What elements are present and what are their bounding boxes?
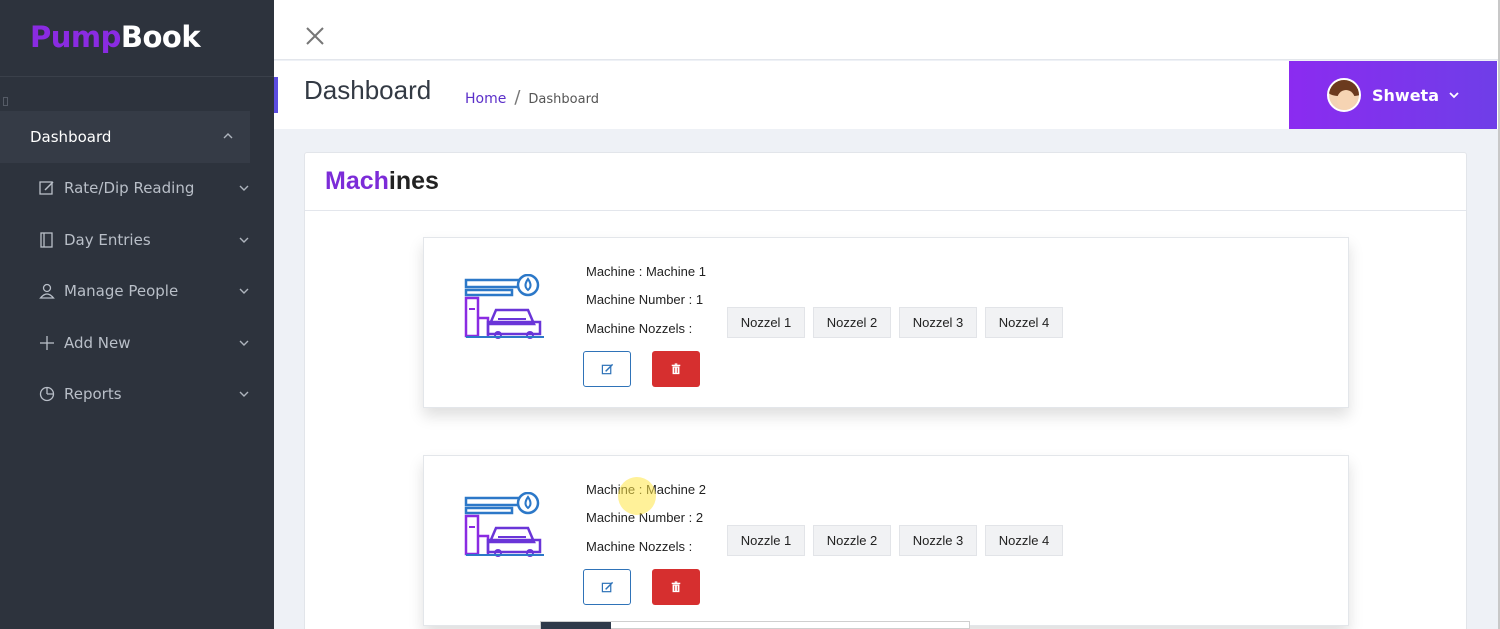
edit-button[interactable] xyxy=(583,569,631,605)
chevron-down-icon xyxy=(239,288,249,294)
sidebar-item-label: Day Entries xyxy=(64,231,151,249)
bottom-popup xyxy=(540,621,970,629)
machine-card: Machine : Machine 2 Machine Number : 2 M… xyxy=(423,455,1349,626)
chevron-down-icon xyxy=(1449,92,1459,99)
edit-button[interactable] xyxy=(583,351,631,387)
page-title: Dashboard xyxy=(304,75,432,105)
panel-title-part-2: ines xyxy=(388,167,439,195)
sidebar: PumpBook Dashboard Rate/Dip Reading Day … xyxy=(0,0,274,629)
machine-card: Machine : Machine 1 Machine Number : 1 M… xyxy=(423,237,1349,408)
fuel-pump-icon xyxy=(464,492,544,557)
nozzle-badge: Nozzel 3 xyxy=(899,307,977,338)
sidebar-item-day-entries[interactable]: Day Entries xyxy=(0,220,274,260)
machine-nozzels-label: Machine Nozzels : xyxy=(586,321,693,336)
breadcrumb: Home / Dashboard xyxy=(465,87,599,108)
sidebar-item-reports[interactable]: Reports xyxy=(0,374,274,414)
edit-icon xyxy=(601,581,613,592)
cursor-highlight xyxy=(618,477,656,515)
edit-icon xyxy=(601,363,613,374)
panel-title: Mach ines xyxy=(305,153,1466,211)
sidebar-item-label: Manage People xyxy=(64,282,179,300)
nozzle-badge: Nozzel 2 xyxy=(813,307,891,338)
sidebar-item-label: Rate/Dip Reading xyxy=(64,179,195,197)
sidebar-item-label: Add New xyxy=(64,334,131,352)
chevron-down-icon xyxy=(239,237,249,243)
breadcrumb-separator: / xyxy=(514,87,521,108)
nozzle-badge: Nozzel 4 xyxy=(985,307,1063,338)
user-icon xyxy=(38,282,56,300)
machine-number: Machine Number : 1 xyxy=(586,292,704,307)
plus-icon xyxy=(38,334,56,352)
close-icon[interactable] xyxy=(304,25,326,47)
top-bar xyxy=(274,0,1500,60)
sidebar-item-dashboard[interactable]: Dashboard xyxy=(0,111,250,163)
delete-button[interactable] xyxy=(652,569,700,605)
chevron-down-icon xyxy=(239,391,249,397)
nozzle-badge: Nozzle 1 xyxy=(727,525,805,556)
trash-icon xyxy=(671,581,681,593)
nozzle-badge: Nozzle 4 xyxy=(985,525,1063,556)
nozzle-badge: Nozzle 2 xyxy=(813,525,891,556)
nozzle-list: Nozzel 1 Nozzel 2 Nozzel 3 Nozzel 4 xyxy=(727,307,1071,338)
sidebar-item-manage-people[interactable]: Manage People xyxy=(0,271,274,311)
nozzle-badge: Nozzel 1 xyxy=(727,307,805,338)
delete-button[interactable] xyxy=(652,351,700,387)
sidebar-item-add-new[interactable]: Add New xyxy=(0,323,274,363)
collapse-handle[interactable] xyxy=(3,97,8,106)
machines-panel: Mach ines Machine : Machine 1 Machine Num… xyxy=(304,152,1467,629)
breadcrumb-home-link[interactable]: Home xyxy=(465,91,506,107)
panel-title-part-1: Mach xyxy=(325,167,389,195)
sidebar-divider xyxy=(0,76,274,77)
nozzle-badge: Nozzle 3 xyxy=(899,525,977,556)
avatar xyxy=(1327,78,1361,112)
logo-part-2: Book xyxy=(120,20,201,54)
logo[interactable]: PumpBook xyxy=(30,20,201,54)
sidebar-item-label: Reports xyxy=(64,385,122,403)
machine-name: Machine : Machine 1 xyxy=(586,264,706,279)
chevron-down-icon xyxy=(239,185,249,191)
pie-chart-icon xyxy=(38,385,56,403)
machine-nozzels-label: Machine Nozzels : xyxy=(586,539,693,554)
fuel-pump-icon xyxy=(464,274,544,339)
user-menu[interactable]: Shweta xyxy=(1289,61,1497,129)
sidebar-item-label: Dashboard xyxy=(30,128,112,146)
sidebar-item-rate-dip-reading[interactable]: Rate/Dip Reading xyxy=(0,168,274,208)
trash-icon xyxy=(671,363,681,375)
page-header: Dashboard Home / Dashboard Shweta xyxy=(274,61,1500,129)
header-accent-bar xyxy=(274,77,278,113)
book-icon xyxy=(38,231,56,249)
edit-icon xyxy=(38,179,56,197)
nozzle-list: Nozzle 1 Nozzle 2 Nozzle 3 Nozzle 4 xyxy=(727,525,1071,556)
chevron-up-icon xyxy=(223,133,233,139)
chevron-down-icon xyxy=(239,340,249,346)
breadcrumb-current: Dashboard xyxy=(528,92,599,107)
logo-part-1: Pump xyxy=(30,20,121,54)
user-name: Shweta xyxy=(1372,85,1439,105)
